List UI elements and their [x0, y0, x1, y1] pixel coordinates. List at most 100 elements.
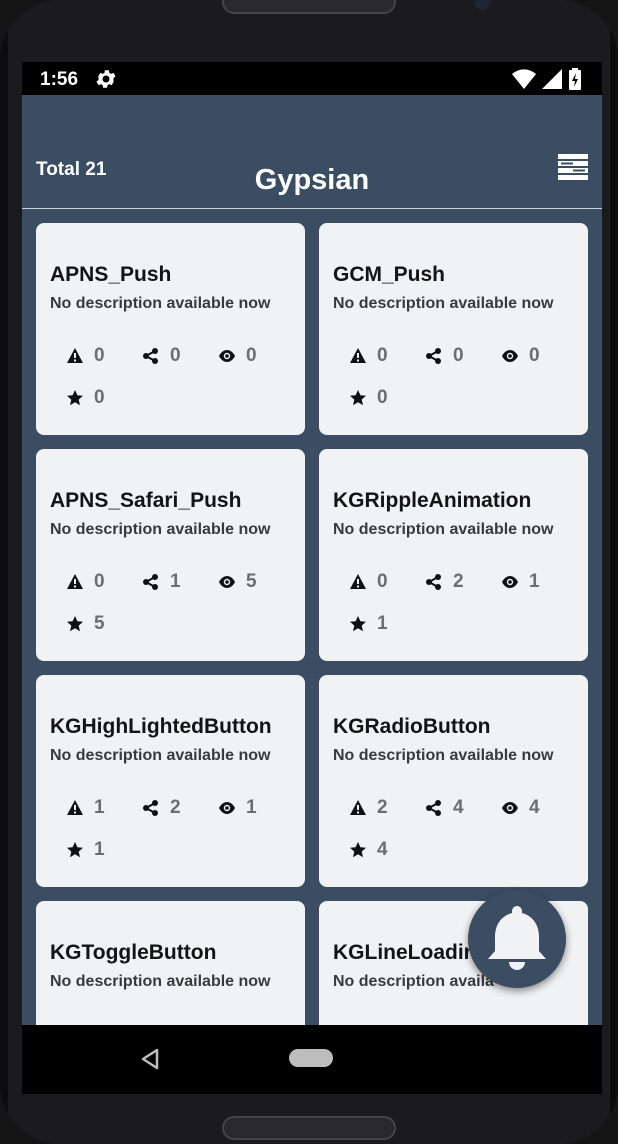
warning-icon: [349, 347, 367, 365]
repo-name: KGRippleAnimation: [333, 489, 532, 512]
gear-icon: [96, 70, 116, 88]
shares-count: 2: [170, 797, 181, 818]
page-title: Gypsian: [254, 164, 370, 196]
issues-stat: 0: [349, 345, 388, 367]
warning-icon: [349, 573, 367, 591]
shares-count: 0: [170, 345, 181, 366]
views-stat: 1: [501, 571, 540, 593]
views-count: 5: [246, 571, 257, 592]
repo-card[interactable]: APNS_Push No description available now 0 0 0…: [36, 223, 305, 435]
eye-icon: [501, 799, 519, 817]
stars-stat: 0: [66, 387, 105, 409]
eye-icon: [218, 573, 236, 591]
shares-count: 2: [453, 571, 464, 592]
earpiece-speaker: [222, 0, 396, 14]
shares-stat: 0: [142, 345, 181, 367]
share-icon: [142, 799, 160, 817]
menu-icon[interactable]: [558, 154, 588, 180]
star-icon: [66, 615, 84, 633]
repo-name: KGHighLightedButton: [50, 715, 272, 738]
front-camera: [474, 0, 490, 10]
warning-icon: [66, 347, 84, 365]
share-icon: [425, 347, 443, 365]
repo-card[interactable]: APNS_Safari_Push No description available…: [36, 449, 305, 661]
issues-count: 1: [94, 797, 105, 818]
views-count: 1: [529, 571, 540, 592]
shares-stat: 4: [425, 797, 464, 819]
warning-icon: [66, 799, 84, 817]
eye-icon: [218, 799, 236, 817]
views-stat: 1: [218, 797, 257, 819]
status-icons: [512, 67, 582, 91]
home-button[interactable]: [289, 1049, 333, 1067]
share-icon: [425, 799, 443, 817]
repo-description: No description available now: [333, 747, 554, 764]
issues-count: 0: [94, 345, 105, 366]
views-count: 0: [246, 345, 257, 366]
stars-stat: 4: [349, 839, 388, 861]
status-bar: 1:56: [22, 62, 602, 95]
repo-description: No description availa: [333, 973, 494, 990]
back-icon[interactable]: [140, 1048, 160, 1070]
issues-stat: 1: [66, 797, 105, 819]
share-icon: [142, 573, 160, 591]
repo-name: APNS_Push: [50, 263, 172, 286]
star-icon: [66, 841, 84, 859]
repo-card[interactable]: KGRadioButton No description available no…: [319, 675, 588, 887]
stars-stat: 5: [66, 613, 105, 635]
issues-count: 0: [377, 345, 388, 366]
shares-stat: 1: [142, 571, 181, 593]
repo-card[interactable]: GCM_Push No description available now 0 0 0 0: [319, 223, 588, 435]
repo-description: No description available now: [50, 973, 271, 990]
repo-card[interactable]: KGToggleButton No description available n…: [36, 901, 305, 1025]
shares-count: 1: [170, 571, 181, 592]
repo-card[interactable]: KGHighLightedButton No description availa…: [36, 675, 305, 887]
star-icon: [349, 615, 367, 633]
views-stat: 4: [501, 797, 540, 819]
issues-stat: 0: [349, 571, 388, 593]
status-time: 1:56: [40, 69, 79, 90]
views-stat: 0: [501, 345, 540, 367]
star-icon: [66, 389, 84, 407]
shares-stat: 0: [425, 345, 464, 367]
notification-fab[interactable]: [468, 890, 566, 988]
bottom-speaker: [222, 1116, 396, 1140]
stars-count: 4: [377, 839, 388, 860]
device-screen: 1:56 Total 21 Gypsian APNS_Push No descr…: [22, 62, 602, 1094]
repo-description: No description available now: [333, 521, 554, 538]
stars-count: 0: [377, 387, 388, 408]
battery-icon: [569, 68, 581, 90]
repo-name: APNS_Safari_Push: [50, 489, 242, 512]
bell-icon: [488, 906, 546, 970]
issues-stat: 0: [66, 571, 105, 593]
star-icon: [349, 389, 367, 407]
stars-stat: 1: [349, 613, 388, 635]
views-count: 0: [529, 345, 540, 366]
repo-name: KGLineLoadin: [333, 941, 477, 964]
warning-icon: [349, 799, 367, 817]
views-count: 1: [246, 797, 257, 818]
views-stat: 5: [218, 571, 257, 593]
share-icon: [142, 347, 160, 365]
repo-name: KGToggleButton: [50, 941, 217, 964]
phone-edge: [0, 0, 8, 1144]
issues-stat: 2: [349, 797, 388, 819]
star-icon: [349, 841, 367, 859]
shares-stat: 2: [425, 571, 464, 593]
stars-count: 5: [94, 613, 105, 634]
stars-stat: 0: [349, 387, 388, 409]
stars-count: 1: [377, 613, 388, 634]
eye-icon: [501, 573, 519, 591]
wifi-icon: [512, 69, 536, 89]
eye-icon: [218, 347, 236, 365]
shares-count: 0: [453, 345, 464, 366]
repo-card[interactable]: KGRippleAnimation No description availabl…: [319, 449, 588, 661]
issues-count: 0: [94, 571, 105, 592]
app-bar: Total 21 Gypsian: [22, 95, 602, 209]
phone-edge: [610, 0, 618, 1144]
stars-count: 1: [94, 839, 105, 860]
repo-description: No description available now: [333, 295, 554, 312]
signal-icon: [542, 69, 562, 89]
repo-description: No description available now: [50, 521, 271, 538]
issues-stat: 0: [66, 345, 105, 367]
